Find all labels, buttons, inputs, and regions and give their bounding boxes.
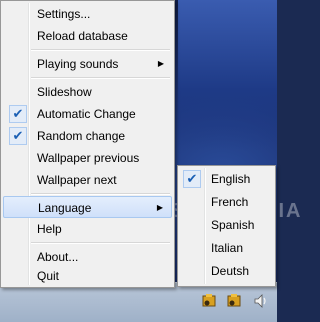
menu-item-label: Help — [37, 222, 62, 236]
menu-separator — [31, 49, 170, 51]
menu-item-label: English — [211, 172, 251, 186]
menu-separator — [31, 193, 170, 195]
menu-item-wallpaper-next[interactable]: Wallpaper next — [3, 169, 172, 191]
menu-item-playing-sounds[interactable]: Playing sounds ▶ — [3, 53, 172, 75]
tray-context-menu: Settings... Reload database Playing soun… — [0, 0, 175, 288]
menu-separator — [31, 242, 170, 244]
menu-item-reload-database[interactable]: Reload database — [3, 25, 172, 47]
check-icon: ✔ — [183, 170, 201, 188]
submenu-arrow-icon: ▶ — [156, 203, 163, 212]
menu-item-label: Slideshow — [37, 85, 92, 99]
menu-item-automatic-change[interactable]: ✔ Automatic Change — [3, 103, 172, 125]
language-item-spanish[interactable]: Spanish — [180, 214, 273, 236]
app-tray-icon[interactable] — [200, 292, 218, 310]
language-item-french[interactable]: French — [180, 191, 273, 213]
menu-item-label: French — [211, 195, 249, 209]
menu-item-label: Wallpaper next — [37, 173, 117, 187]
check-icon: ✔ — [9, 105, 27, 123]
menu-item-label: Quit — [37, 269, 60, 283]
submenu-arrow-icon: ▶ — [157, 59, 164, 68]
language-item-english[interactable]: ✔ English — [180, 168, 273, 190]
menu-item-label: Language — [38, 201, 92, 215]
menu-item-label: Wallpaper previous — [37, 151, 140, 165]
speaker-icon[interactable] — [252, 292, 270, 310]
menu-item-label: Playing sounds — [37, 57, 119, 71]
menu-item-label: Deutsh — [211, 264, 250, 278]
menu-item-label: Spanish — [211, 218, 255, 232]
menu-item-label: Settings... — [37, 7, 91, 21]
menu-item-settings[interactable]: Settings... — [3, 3, 172, 25]
language-item-deutsh[interactable]: Deutsh — [180, 260, 273, 282]
menu-item-label: Reload database — [37, 29, 128, 43]
menu-item-wallpaper-previous[interactable]: Wallpaper previous — [3, 147, 172, 169]
menu-item-slideshow[interactable]: Slideshow — [3, 81, 172, 103]
check-icon: ✔ — [9, 127, 27, 145]
menu-separator — [31, 77, 170, 79]
language-submenu: ✔ English French Spanish Italian Deutsh — [177, 165, 276, 287]
menu-item-label: Automatic Change — [37, 107, 136, 121]
menu-item-label: Random change — [37, 129, 126, 143]
menu-item-random-change[interactable]: ✔ Random change — [3, 125, 172, 147]
language-item-italian[interactable]: Italian — [180, 237, 273, 259]
menu-item-quit[interactable]: Quit — [3, 265, 172, 287]
wallpaper-light — [178, 0, 277, 150]
menu-item-help[interactable]: Help — [3, 218, 172, 240]
app-tray-icon-2[interactable] — [225, 292, 243, 310]
menu-item-label: Italian — [211, 241, 244, 255]
menu-item-language[interactable]: Language ▶ — [3, 196, 172, 218]
